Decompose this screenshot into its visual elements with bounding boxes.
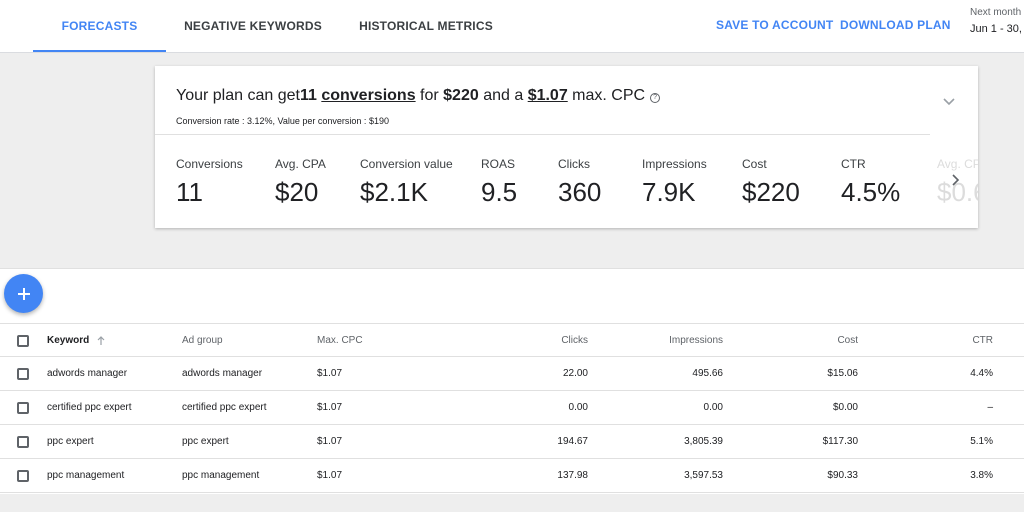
cell-keyword: adwords manager — [47, 368, 128, 379]
table-row[interactable]: adwords manager adwords manager $1.07 22… — [0, 357, 1024, 391]
metric-impressions: Impressions 7.9K — [642, 157, 707, 208]
column-header-cost[interactable]: Cost — [758, 324, 858, 357]
row-checkbox[interactable] — [17, 402, 29, 414]
select-all-checkbox[interactable] — [17, 335, 29, 347]
metric-label: Avg. CPC — [937, 157, 978, 171]
metric-value: 9.5 — [481, 177, 518, 207]
table-row[interactable]: certified ppc expert certified ppc exper… — [0, 391, 1024, 425]
chevron-down-icon[interactable] — [942, 94, 956, 108]
arrow-up-icon[interactable] — [97, 335, 105, 346]
plus-icon — [17, 287, 30, 300]
cell-clicks: 194.67 — [557, 436, 588, 447]
tab-forecasts[interactable]: FORECASTS — [33, 0, 166, 52]
metric-conversions: Conversions 11 — [176, 157, 243, 208]
metric-value: 360 — [558, 177, 602, 207]
download-plan-button[interactable]: DOWNLOAD PLAN — [840, 18, 951, 32]
forecast-summary-card: Your plan can get 11 conversions for $22… — [155, 66, 978, 228]
cell-keyword: ppc expert — [47, 436, 94, 447]
metric-label: CTR — [841, 157, 866, 171]
cell-keyword: ppc management — [47, 470, 125, 481]
date-range-selector[interactable]: Next month Jun 1 - 30, 2 — [970, 7, 1024, 35]
metric-label: ROAS — [481, 157, 516, 171]
cell-impressions: 3,597.53 — [684, 470, 723, 481]
metric-roas: ROAS 9.5 — [481, 157, 517, 208]
row-checkbox[interactable] — [17, 470, 29, 482]
headline-conversion-count: 11 — [299, 87, 317, 104]
cell-impressions: 3,805.39 — [684, 436, 723, 447]
row-checkbox[interactable] — [17, 436, 29, 448]
tab-negative-keywords[interactable]: NEGATIVE KEYWORDS — [172, 0, 334, 52]
cell-max-cpc[interactable]: $1.07 — [317, 357, 342, 390]
cell-cost: $117.30 — [822, 436, 858, 447]
headline-text: and a — [478, 87, 528, 104]
chevron-right-icon[interactable] — [949, 173, 961, 187]
metric-label: Cost — [742, 157, 767, 171]
headline-text: Your plan can get — [176, 87, 300, 104]
column-header-impressions[interactable]: Impressions — [613, 324, 723, 357]
column-header-ad-group[interactable]: Ad group — [182, 324, 223, 357]
cell-ctr: 3.8% — [970, 470, 993, 481]
metric-label: Conversions — [176, 157, 243, 171]
metric-label: Avg. CPA — [275, 157, 326, 171]
headline-max-cpc-link[interactable]: $1.07 — [528, 87, 568, 105]
table-row[interactable]: ppc management ppc management $1.07 137.… — [0, 459, 1024, 493]
cell-clicks: 137.98 — [557, 470, 588, 481]
cell-max-cpc[interactable]: $1.07 — [317, 459, 342, 492]
metric-avg-cpa: Avg. CPA $20 — [275, 157, 326, 208]
column-header-ctr[interactable]: CTR — [913, 324, 993, 357]
metric-cost: Cost $220 — [742, 157, 800, 208]
metric-value: $220 — [742, 177, 800, 207]
column-header-clicks[interactable]: Clicks — [488, 324, 588, 357]
cell-ad-group: ppc expert — [182, 436, 229, 447]
cell-ctr: 4.4% — [970, 368, 993, 379]
headline-cost: $220 — [443, 87, 479, 104]
table-header-row: Keyword Ad group Max. CPC Clicks Impress… — [0, 323, 1024, 357]
metric-conversion-value: Conversion value $2.1K — [360, 157, 453, 208]
metric-label: Impressions — [642, 157, 707, 171]
metric-ctr: CTR 4.5% — [841, 157, 900, 208]
headline-conversions-link[interactable]: conversions — [321, 87, 415, 105]
date-range-value: Jun 1 - 30, 2 — [970, 23, 1024, 35]
cell-cost: $15.06 — [827, 368, 858, 379]
cell-keyword: certified ppc expert — [47, 402, 132, 413]
cell-clicks: 22.00 — [562, 368, 588, 379]
cell-ad-group: adwords manager — [182, 368, 263, 379]
save-to-account-button[interactable]: SAVE TO ACCOUNT — [716, 18, 833, 32]
cell-cost: $90.33 — [827, 470, 858, 481]
headline-text: max. CPC — [567, 87, 646, 104]
column-header-keyword[interactable]: Keyword — [47, 324, 105, 357]
cell-clicks: 0.00 — [568, 402, 588, 413]
cell-max-cpc[interactable]: $1.07 — [317, 425, 342, 458]
cell-ad-group: ppc management — [182, 470, 260, 481]
cell-ad-group: certified ppc expert — [182, 402, 267, 413]
help-circle-icon[interactable]: ? — [650, 92, 661, 103]
date-range-label: Next month — [970, 7, 1022, 18]
metric-value: 7.9K — [642, 177, 696, 207]
cell-ctr: 5.1% — [970, 436, 993, 447]
metric-value: $2.1K — [360, 177, 428, 207]
cell-max-cpc[interactable]: $1.07 — [317, 391, 342, 424]
cell-cost: $0.00 — [832, 402, 858, 413]
headline-text: for — [415, 87, 444, 104]
row-checkbox[interactable] — [17, 368, 29, 380]
plan-headline: Your plan can get 11 conversions for $22… — [176, 87, 661, 105]
metric-clicks: Clicks 360 — [558, 157, 601, 208]
metric-label: Clicks — [558, 157, 590, 171]
column-header-max-cpc[interactable]: Max. CPC — [317, 324, 363, 357]
table-row[interactable]: ppc expert ppc expert $1.07 194.67 3,805… — [0, 425, 1024, 459]
cell-impressions: 495.66 — [692, 368, 723, 379]
cell-ctr: – — [987, 402, 993, 413]
add-keyword-button[interactable] — [4, 274, 43, 313]
top-bar: FORECASTS NEGATIVE KEYWORDS HISTORICAL M… — [0, 0, 1024, 53]
conversion-rate-note: Conversion rate : 3.12%, Value per conve… — [176, 116, 389, 126]
metric-value: 4.5% — [841, 177, 901, 207]
metric-label: Conversion value — [360, 157, 453, 171]
tab-historical-metrics[interactable]: HISTORICAL METRICS — [346, 0, 506, 52]
card-divider — [155, 134, 930, 135]
metric-value: $20 — [275, 177, 319, 207]
column-header-label: Keyword — [47, 335, 90, 346]
cell-impressions: 0.00 — [703, 402, 723, 413]
metric-value: 11 — [176, 177, 203, 207]
